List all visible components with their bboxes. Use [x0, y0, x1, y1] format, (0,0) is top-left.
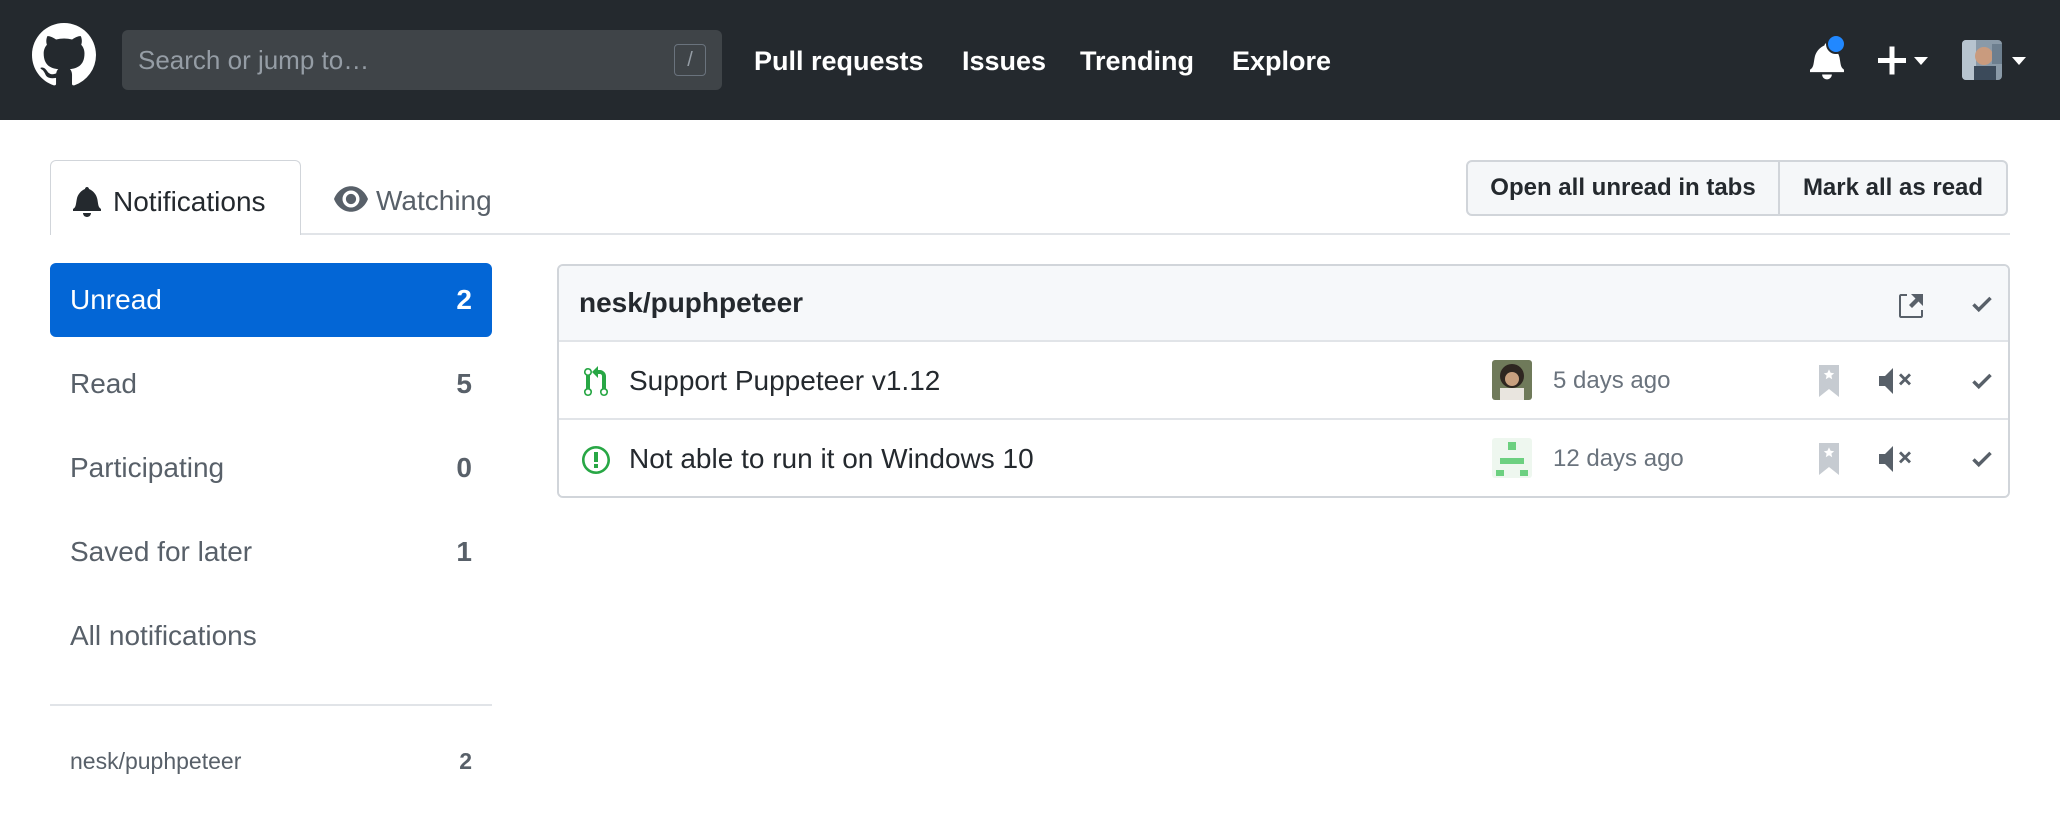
user-avatar[interactable]	[1962, 40, 2002, 80]
bookmark-icon	[1819, 365, 1839, 397]
unread-indicator	[1826, 34, 1846, 54]
mute-icon	[1879, 368, 1911, 394]
avatar-dropdown-caret-icon[interactable]	[2010, 56, 2028, 66]
sidebar-repo-nesk-puphpeteer[interactable]: nesk/puphpeteer 2	[50, 740, 492, 784]
bulk-actions: Open all unread in tabs Mark all as read	[1466, 160, 2008, 216]
github-logo-icon[interactable]	[32, 23, 96, 87]
filter-sidebar: Unread 2 Read 5 Participating 0 Saved fo…	[50, 263, 492, 683]
sidebar-divider	[50, 704, 492, 706]
tab-watching-label: Watching	[376, 185, 492, 216]
sidebar-item-count: 0	[456, 452, 472, 483]
save-for-later-button[interactable]	[1811, 441, 1847, 477]
pull-request-icon	[584, 366, 608, 396]
notification-row[interactable]: Not able to run it on Windows 10 12 days…	[559, 420, 2008, 496]
tab-notifications-label: Notifications	[113, 186, 266, 217]
check-icon	[1972, 296, 1992, 313]
save-for-later-button[interactable]	[1811, 363, 1847, 399]
identicon-icon	[1492, 438, 1532, 478]
mark-read-button[interactable]	[1964, 441, 2000, 477]
nav-explore[interactable]: Explore	[1232, 44, 1331, 78]
user-avatar-image-icon	[1962, 40, 2002, 80]
create-new-dropdown-icon[interactable]	[1876, 42, 1932, 80]
notification-title[interactable]: Support Puppeteer v1.12	[629, 364, 940, 398]
sidebar-item-count: 5	[456, 368, 472, 399]
author-avatar-image-icon	[1492, 360, 1532, 400]
nav-issues[interactable]: Issues	[962, 44, 1046, 78]
notification-author-avatar	[1492, 438, 1532, 478]
search-box: /	[122, 30, 722, 90]
notification-row[interactable]: Support Puppeteer v1.12 5 days ago	[559, 342, 2008, 420]
mark-read-button[interactable]	[1964, 363, 2000, 399]
check-icon	[1972, 373, 1992, 390]
sidebar-item-unread[interactable]: Unread 2	[50, 263, 492, 337]
top-header: / Pull requests Issues Trending Explore	[0, 0, 2060, 120]
sidebar-item-label: All notifications	[70, 620, 257, 651]
sidebar-item-label: Saved for later	[70, 536, 253, 567]
sidebar-item-all-notifications[interactable]: All notifications	[50, 599, 492, 673]
notification-time: 12 days ago	[1553, 445, 1684, 472]
unsubscribe-button[interactable]	[1878, 363, 1914, 399]
search-input[interactable]	[122, 30, 722, 90]
issue-opened-icon	[582, 446, 610, 474]
external-link-icon	[1899, 294, 1923, 318]
mark-repo-read-button[interactable]	[1964, 286, 2000, 322]
sidebar-item-label: Unread	[70, 284, 162, 315]
tab-notifications[interactable]: Notifications	[50, 160, 301, 235]
notification-title[interactable]: Not able to run it on Windows 10	[629, 442, 1034, 476]
open-all-unread-button[interactable]: Open all unread in tabs	[1466, 160, 1780, 216]
mute-icon	[1879, 446, 1911, 472]
nav-pull-requests[interactable]: Pull requests	[754, 44, 924, 78]
notification-author-avatar	[1492, 360, 1532, 400]
notification-time: 5 days ago	[1553, 367, 1671, 394]
repo-group-header: nesk/puphpeteer	[559, 266, 2008, 342]
unsubscribe-button[interactable]	[1878, 441, 1914, 477]
sidebar-item-saved-for-later[interactable]: Saved for later 1	[50, 515, 492, 589]
check-icon	[1972, 451, 1992, 468]
tab-watching[interactable]: Watching	[334, 160, 524, 235]
notifications-list: nesk/puphpeteer Support Puppeteer v1.12 …	[557, 264, 2010, 498]
sidebar-item-participating[interactable]: Participating 0	[50, 431, 492, 505]
sidebar-item-label: Participating	[70, 452, 225, 483]
sidebar-item-count: 1	[456, 536, 472, 567]
repo-name-link[interactable]: nesk/puphpeteer	[579, 286, 803, 320]
eye-icon	[334, 186, 368, 212]
nav-trending[interactable]: Trending	[1080, 44, 1194, 78]
search-shortcut-key: /	[674, 44, 706, 76]
sidebar-item-read[interactable]: Read 5	[50, 347, 492, 421]
sidebar-item-label: Read	[70, 368, 137, 399]
bell-icon	[73, 186, 101, 217]
repo-filter-count: 2	[459, 748, 472, 774]
mark-all-read-button[interactable]: Mark all as read	[1780, 160, 2008, 216]
sidebar-item-count: 2	[456, 284, 472, 315]
open-in-tabs-button[interactable]	[1895, 286, 1931, 322]
bookmark-icon	[1819, 443, 1839, 475]
repo-filter-label: nesk/puphpeteer	[70, 748, 242, 774]
